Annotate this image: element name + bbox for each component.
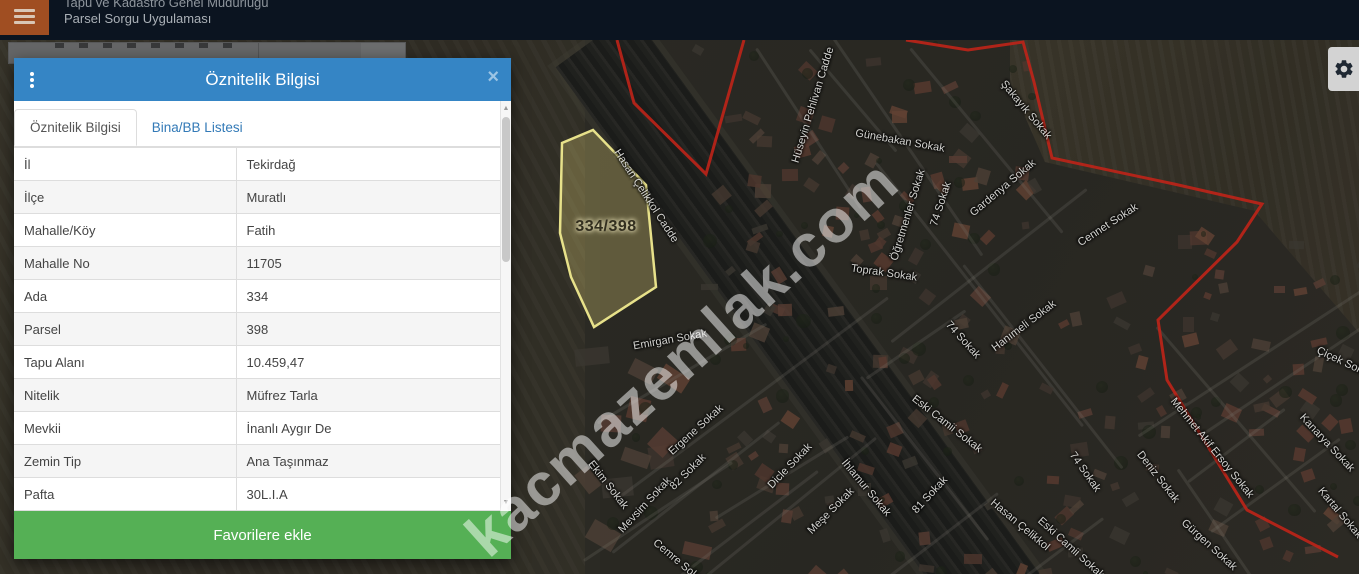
table-row: Ada 334 xyxy=(14,279,500,313)
topbar: Tapu ve Kadastro Genel Müdürlüğü Parsel … xyxy=(0,0,1359,40)
row-value: Müfrez Tarla xyxy=(236,378,500,412)
row-label: Ada xyxy=(14,279,237,313)
tab[interactable]: Bina/BB Listesi xyxy=(137,110,258,145)
row-value: 398 xyxy=(236,312,500,346)
modal-scrollbar[interactable]: ▲ ▼ xyxy=(500,101,511,511)
modal-header: Öznitelik Bilgisi × xyxy=(14,58,511,101)
gear-icon xyxy=(1334,60,1353,78)
table-row: Mahalle No 11705 xyxy=(14,246,500,280)
row-label: Mahalle/Köy xyxy=(14,213,237,247)
table-row: Zemin Tip Ana Taşınmaz xyxy=(14,444,500,478)
row-value: Muratlı xyxy=(236,180,500,214)
row-value: 10.459,47 xyxy=(236,345,500,379)
table-row: Mahalle/Köy Fatih xyxy=(14,213,500,247)
row-value: 334 xyxy=(236,279,500,313)
parcel-query-app: Hasan Çelikkol Cadde Hüseyin Pehlivan Cad… xyxy=(0,0,1359,574)
table-row: Pafta 30L.I.A xyxy=(14,477,500,511)
tab-bar: Öznitelik Bilgisi Bina/BB Listesi xyxy=(14,101,500,147)
row-label: Zemin Tip xyxy=(14,444,237,478)
parcel-number-label: 334/398 xyxy=(575,218,637,235)
table-row: Mevkii İnanlı Aygır De xyxy=(14,411,500,445)
row-value: 11705 xyxy=(236,246,500,280)
attribute-modal: Öznitelik Bilgisi × Öznitelik Bilgisi Bin… xyxy=(14,58,511,559)
row-value: Tekirdağ xyxy=(236,147,500,181)
scrollbar-thumb[interactable] xyxy=(502,117,510,262)
modal-title: Öznitelik Bilgisi xyxy=(205,70,320,89)
row-label: İlçe xyxy=(14,180,237,214)
settings-button[interactable] xyxy=(1328,47,1359,91)
row-value: Fatih xyxy=(236,213,500,247)
app-subtitle: Parsel Sorgu Uygulaması xyxy=(64,11,212,26)
row-label: İl xyxy=(14,147,237,181)
row-value: 30L.I.A xyxy=(236,477,500,511)
table-row: Nitelik Müfrez Tarla xyxy=(14,378,500,412)
menu-button[interactable] xyxy=(0,0,49,35)
tab[interactable]: Öznitelik Bilgisi xyxy=(14,109,137,146)
row-value: İnanlı Aygır De xyxy=(236,411,500,445)
table-row: İl Tekirdağ xyxy=(14,147,500,181)
row-label: Mevkii xyxy=(14,411,237,445)
scroll-up-icon[interactable]: ▲ xyxy=(501,103,511,115)
attribute-table: İl Tekirdağ İlçe Muratlı Mahalle/Köy Fatih Mah… xyxy=(14,147,500,511)
row-label: Tapu Alanı xyxy=(14,345,237,379)
row-label: Nitelik xyxy=(14,378,237,412)
add-favorites-button[interactable]: Favorilere ekle xyxy=(14,511,511,559)
row-label: Pafta xyxy=(14,477,237,511)
row-label: Mahalle No xyxy=(14,246,237,280)
table-row: Tapu Alanı 10.459,47 xyxy=(14,345,500,379)
app-title: Tapu ve Kadastro Genel Müdürlüğü xyxy=(64,0,269,10)
app-titles: Tapu ve Kadastro Genel Müdürlüğü Parsel … xyxy=(64,0,269,27)
table-row: Parsel 398 xyxy=(14,312,500,346)
row-value: Ana Taşınmaz xyxy=(236,444,500,478)
table-row: İlçe Muratlı xyxy=(14,180,500,214)
attribute-table-wrap: İl Tekirdağ İlçe Muratlı Mahalle/Köy Fatih Mah… xyxy=(14,147,500,511)
hamburger-icon xyxy=(14,9,35,25)
close-icon[interactable]: × xyxy=(487,66,499,89)
row-label: Parsel xyxy=(14,312,237,346)
